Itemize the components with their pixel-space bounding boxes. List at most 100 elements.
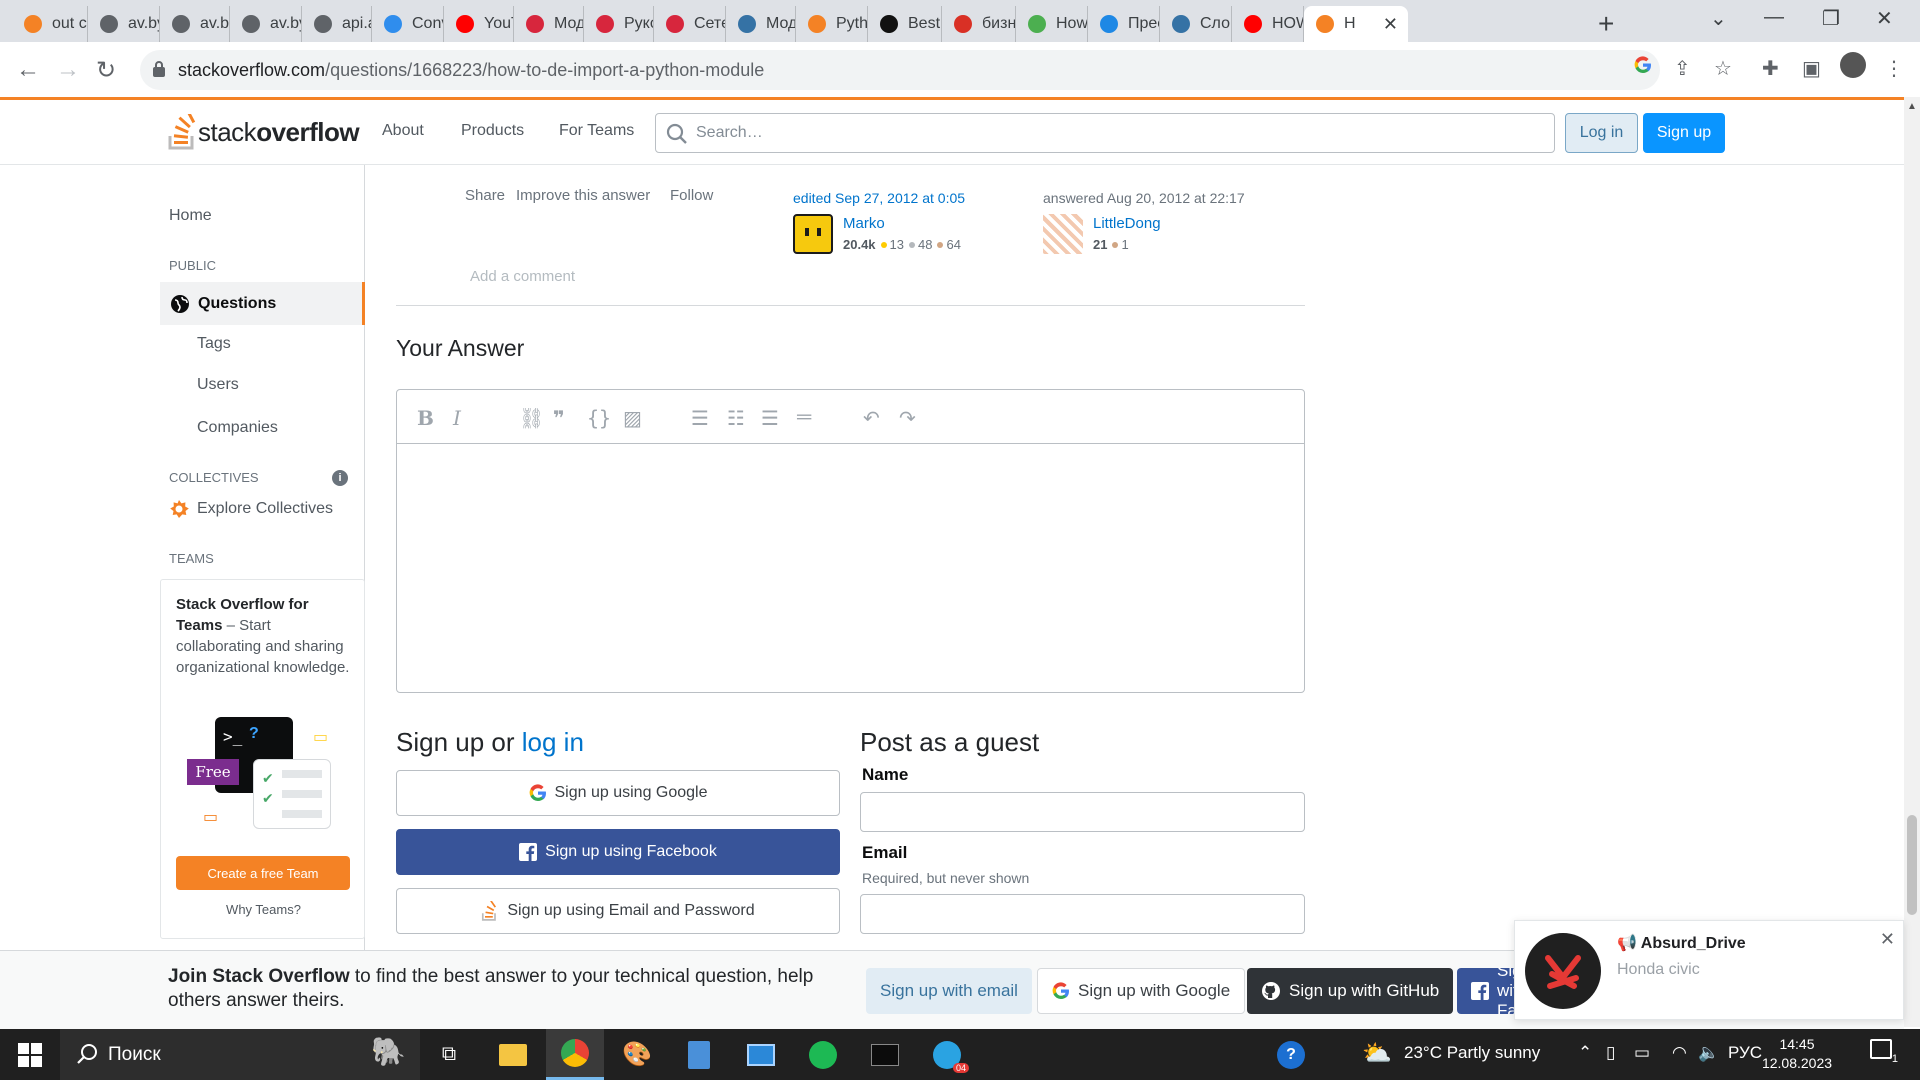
follow-link[interactable]: Follow	[670, 187, 713, 204]
redo-icon[interactable]: ↷	[899, 406, 916, 431]
file-explorer-icon[interactable]	[484, 1029, 542, 1080]
side-panel-icon[interactable]: ▣	[1802, 56, 1821, 81]
signup-email-button[interactable]: Sign up using Email and Password	[396, 888, 840, 934]
chevron-up-icon[interactable]: ⌃	[1578, 1043, 1592, 1063]
close-tab-icon[interactable]: ✕	[1383, 14, 1398, 35]
edited-timestamp[interactable]: edited Sep 27, 2012 at 0:05	[793, 190, 965, 206]
login-button[interactable]: Log in	[1565, 113, 1638, 153]
sidebar-item-explore-collectives[interactable]: Explore Collectives	[169, 499, 333, 519]
new-tab-button[interactable]: +	[1598, 8, 1614, 40]
create-free-team-button[interactable]: Create a free Team	[176, 856, 350, 890]
browser-tab[interactable]: HOW	[1232, 6, 1304, 42]
quote-icon[interactable]: ❞	[553, 406, 565, 431]
paint-icon[interactable]: 🎨	[608, 1029, 666, 1080]
control-panel-icon[interactable]	[732, 1029, 790, 1080]
browser-tab[interactable]: api.a	[302, 6, 372, 42]
minimize-icon[interactable]: —	[1764, 6, 1784, 29]
device-icon[interactable]: ▯	[1606, 1043, 1615, 1063]
improve-answer-link[interactable]: Improve this answer	[516, 187, 650, 204]
why-teams-link[interactable]: Why Teams?	[161, 902, 366, 917]
join-signup-facebook-button[interactable]: Sign up with Facebook	[1457, 968, 1517, 1014]
name-field[interactable]	[860, 792, 1305, 832]
browser-tab[interactable]: Слов	[1160, 6, 1232, 42]
close-icon[interactable]: ✕	[1880, 929, 1895, 950]
sidebar-item-companies[interactable]: Companies	[197, 419, 278, 437]
google-icon[interactable]	[1634, 56, 1652, 80]
close-window-icon[interactable]: ✕	[1876, 6, 1893, 31]
heading-icon[interactable]: ☰	[761, 406, 779, 431]
undo-icon[interactable]: ↶	[863, 406, 880, 431]
nav-for-teams[interactable]: For Teams	[559, 122, 634, 140]
browser-tab[interactable]: Pyth	[796, 6, 868, 42]
browser-tab[interactable]: How	[1016, 6, 1088, 42]
signup-google-button[interactable]: Sign up using Google	[396, 770, 840, 816]
browser-tab[interactable]: Прес	[1088, 6, 1160, 42]
browser-tab[interactable]: av.by	[88, 6, 160, 42]
link-icon[interactable]: ⛓	[519, 406, 544, 431]
weather-icon[interactable]: ⛅	[1362, 1039, 1392, 1068]
sidebar-item-users[interactable]: Users	[197, 376, 239, 394]
chrome-menu-icon[interactable]: ⋮	[1884, 56, 1904, 81]
browser-tab[interactable]: бизн	[942, 6, 1016, 42]
browser-tab[interactable]: Мод	[514, 6, 584, 42]
share-link[interactable]: Share	[465, 187, 505, 204]
join-signup-google-button[interactable]: Sign up with Google	[1037, 968, 1246, 1014]
reload-icon[interactable]: ↻	[96, 56, 116, 85]
email-field[interactable]	[860, 894, 1305, 934]
hr-icon[interactable]: ═	[797, 406, 811, 429]
calculator-icon[interactable]	[670, 1029, 728, 1080]
so-logo[interactable]: stackoverflow	[168, 112, 360, 152]
browser-tab[interactable]: H ✕	[1304, 6, 1408, 42]
chrome-icon[interactable]	[546, 1029, 604, 1080]
browser-tab[interactable]: YouT	[444, 6, 514, 42]
browser-tab[interactable]: Conv	[372, 6, 444, 42]
info-icon[interactable]: i	[332, 470, 348, 486]
italic-icon[interactable]: I	[453, 406, 461, 430]
browser-tab[interactable]: Руко	[584, 6, 654, 42]
join-signup-email-button[interactable]: Sign up with email	[866, 968, 1032, 1014]
notification-toast[interactable]: 📢 Absurd_Drive Honda civic ✕	[1514, 920, 1904, 1020]
task-view-icon[interactable]: ⧉	[420, 1029, 478, 1080]
help-icon[interactable]: ?	[1262, 1029, 1320, 1080]
author-user-name[interactable]: LittleDong	[1093, 215, 1161, 232]
telegram-icon[interactable]: 04	[918, 1029, 976, 1080]
browser-tab[interactable]: Сете	[654, 6, 726, 42]
spotify-icon[interactable]	[794, 1029, 852, 1080]
notification-center-icon[interactable]: 1	[1870, 1039, 1898, 1065]
sidebar-item-home[interactable]: Home	[169, 207, 212, 225]
sidebar-item-questions[interactable]: Questions	[160, 282, 365, 325]
browser-tab[interactable]: out c	[12, 6, 88, 42]
taskbar-clock[interactable]: 14:45 12.08.2023	[1752, 1035, 1842, 1073]
sidebar-item-tags[interactable]: Tags	[197, 335, 231, 353]
share-icon[interactable]: ⇪	[1674, 56, 1691, 81]
page-scrollbar[interactable]: ▲	[1904, 97, 1920, 1027]
code-icon[interactable]: {}	[587, 406, 611, 430]
answer-textarea[interactable]	[397, 445, 1304, 692]
browser-tab[interactable]: Best	[868, 6, 942, 42]
extensions-icon[interactable]: ✚	[1762, 56, 1779, 81]
battery-icon[interactable]: ▭	[1634, 1043, 1650, 1063]
signup-button[interactable]: Sign up	[1643, 113, 1725, 153]
join-signup-github-button[interactable]: Sign up with GitHub	[1247, 968, 1454, 1014]
scroll-up-icon[interactable]: ▲	[1907, 101, 1917, 112]
volume-icon[interactable]: 🔈	[1698, 1043, 1719, 1063]
editor-user-name[interactable]: Marko	[843, 215, 885, 232]
image-icon[interactable]: ▨	[623, 406, 642, 431]
signup-facebook-button[interactable]: Sign up using Facebook	[396, 829, 840, 875]
back-icon[interactable]: ←	[16, 56, 40, 84]
weather-text[interactable]: 23°C Partly sunny	[1404, 1043, 1540, 1063]
bookmark-star-icon[interactable]: ☆	[1714, 56, 1732, 81]
wifi-icon[interactable]: ◠	[1672, 1043, 1687, 1063]
taskbar-search-box[interactable]: Поиск 🐘	[60, 1029, 420, 1080]
bold-icon[interactable]: B	[417, 406, 434, 430]
profile-avatar[interactable]	[1840, 52, 1866, 78]
terminal-icon[interactable]	[856, 1029, 914, 1080]
address-bar[interactable]: stackoverflow.com/questions/1668223/how-…	[140, 50, 1660, 90]
windows-start-icon[interactable]	[18, 1043, 42, 1067]
browser-tab[interactable]: av.by	[160, 6, 230, 42]
avatar[interactable]	[793, 214, 833, 254]
nav-about[interactable]: About	[382, 122, 424, 140]
scrollbar-thumb[interactable]	[1907, 815, 1917, 915]
nav-products[interactable]: Products	[461, 122, 524, 140]
avatar[interactable]	[1043, 214, 1083, 254]
